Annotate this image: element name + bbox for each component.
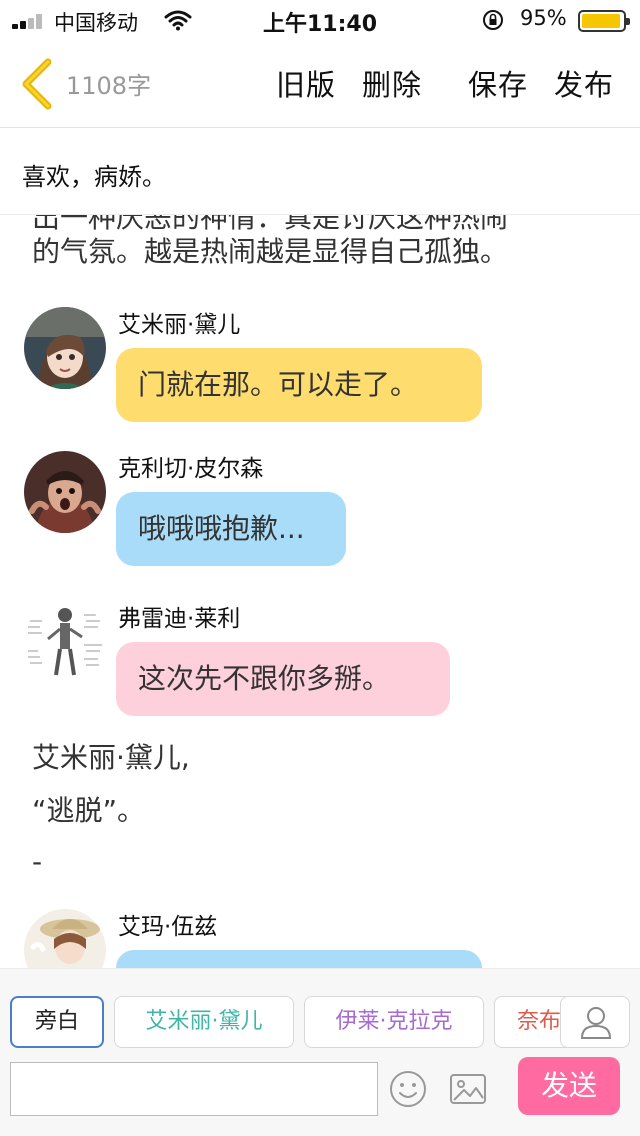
speech-bubble: 这次先不跟你多掰。	[116, 642, 450, 716]
speech-bubble: 哦哦哦抱歉...	[116, 492, 346, 566]
narration-line: 出一种厌恶的神情：真是讨厌这种热闹	[32, 215, 509, 234]
speaker-name: 艾玛·伍兹	[118, 914, 218, 940]
role-chip-emily[interactable]: 艾米丽·黛儿	[114, 996, 294, 1048]
story-title-row[interactable]: 喜欢，病娇。	[0, 129, 640, 215]
narration-line: 艾米丽·黛儿,	[32, 741, 190, 774]
publish-button[interactable]: 发布	[554, 62, 614, 104]
word-count: 1108字	[66, 72, 152, 100]
speaker-name: 弗雷迪·莱利	[118, 606, 241, 632]
smiley-icon[interactable]	[388, 1069, 428, 1109]
save-button[interactable]: 保存	[468, 62, 528, 104]
speech-bubble: 门就在那。可以走了。	[116, 348, 482, 422]
person-icon	[580, 1007, 612, 1039]
battery-level	[582, 14, 620, 28]
composer: 旁白 艾米丽·黛儿 伊莱·克拉克 奈布 发送	[0, 968, 640, 1136]
delete-button[interactable]: 删除	[362, 62, 422, 104]
avatar-creature-pierson	[24, 451, 106, 533]
add-role-button[interactable]	[560, 996, 630, 1048]
narration-block: 出一种厌恶的神情：真是讨厌这种热闹 的气氛。越是热闹越是显得自己孤独。	[32, 215, 612, 269]
story-title: 喜欢，病娇。	[22, 163, 166, 191]
send-button[interactable]: 发送	[518, 1057, 620, 1115]
speech-bubble	[116, 950, 482, 968]
chevron-left-icon[interactable]	[14, 56, 58, 112]
rotation-lock-icon	[483, 10, 503, 30]
narration-line: 的气氛。越是热闹越是显得自己孤独。	[32, 235, 509, 268]
narration-line: -	[32, 845, 43, 878]
battery-percent: 95%	[520, 6, 567, 30]
narration-line: “逃脱”。	[32, 794, 146, 827]
avatar-emily-dale	[24, 307, 106, 389]
role-chip-eli[interactable]: 伊莱·克拉克	[304, 996, 484, 1048]
speaker-name: 克利切·皮尔森	[118, 456, 264, 482]
editor-nav-bar: 1108字 旧版 删除 保存 发布	[0, 40, 640, 128]
avatar-emma-woods	[24, 909, 106, 968]
avatar-freddy-riley	[24, 601, 106, 683]
message-input[interactable]	[10, 1062, 378, 1116]
battery-icon	[578, 10, 630, 32]
role-chip-narrator[interactable]: 旁白	[10, 996, 104, 1048]
speaker-name: 艾米丽·黛儿	[118, 312, 241, 338]
story-content[interactable]: 出一种厌恶的神情：真是讨厌这种热闹 的气氛。越是热闹越是显得自己孤独。 艾米丽·…	[0, 215, 640, 968]
image-icon[interactable]	[448, 1070, 488, 1108]
old-version-button[interactable]: 旧版	[276, 62, 336, 104]
status-bar: 中国移动 上午11:40 95%	[0, 0, 640, 40]
